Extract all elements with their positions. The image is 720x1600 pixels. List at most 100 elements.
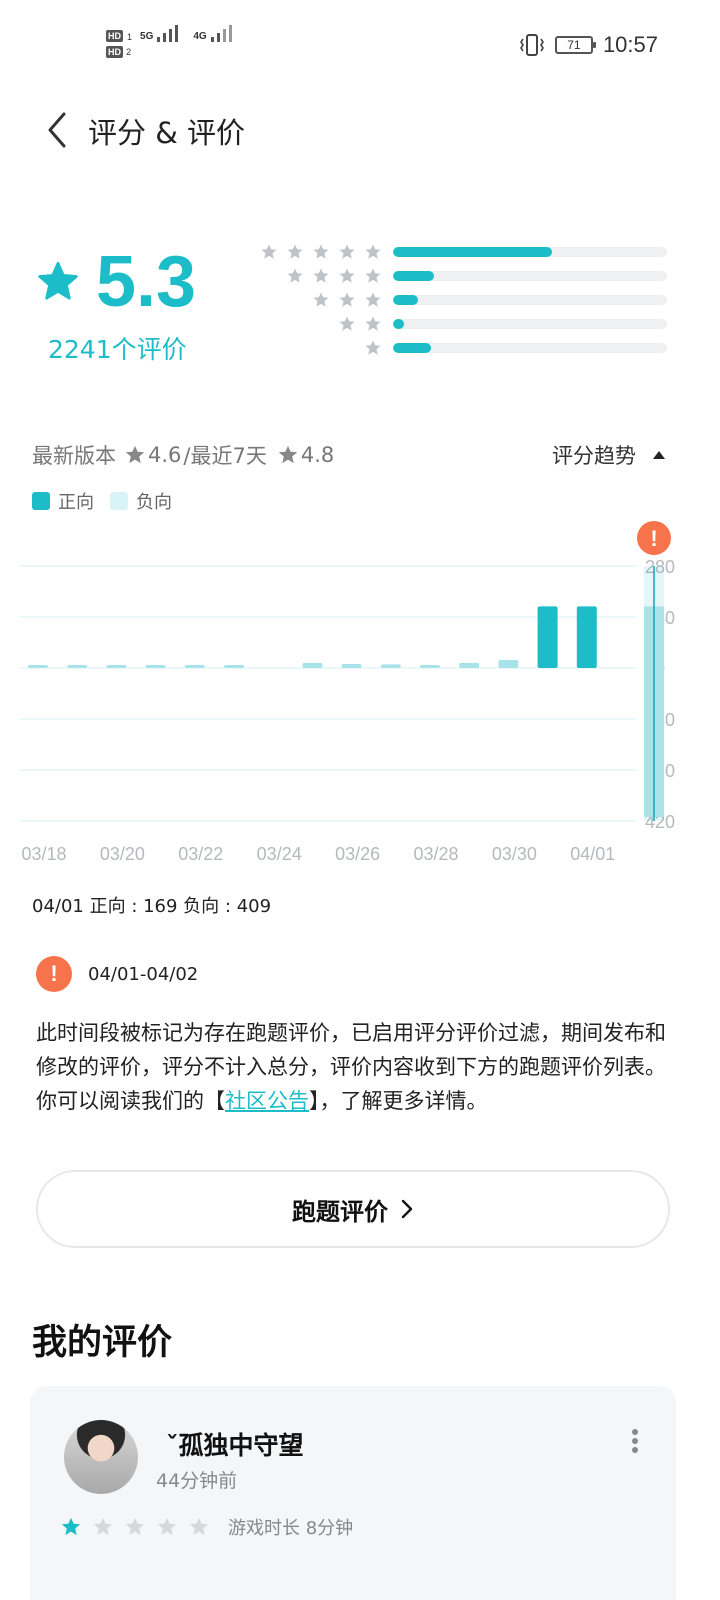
rating-count: 2241个评价 <box>48 335 187 364</box>
notice-line2: 你可以阅读我们的【社区公告】，了解更多详情。 <box>36 1089 488 1113</box>
distribution-stars <box>260 243 382 261</box>
status-bar: HD 1 5G 4G HD 2 71 10:57 <box>0 0 720 88</box>
my-review-stars: 游戏时长 8分钟 <box>60 1514 353 1540</box>
caret-up-icon <box>653 451 665 459</box>
legend-negative-label: 负向 <box>136 492 172 513</box>
legend-positive-label: 正向 <box>58 492 94 513</box>
distribution-fill <box>393 295 418 305</box>
review-username: ˇ孤独中守望 <box>166 1431 304 1460</box>
positive-bar <box>380 664 401 668</box>
rating-distribution <box>250 240 670 360</box>
chart-tooltip: 04/01 正向 : 169 负向 : 409 <box>32 896 272 917</box>
positive-bar <box>576 606 597 668</box>
signal-area: HD 1 5G 4G HD 2 <box>106 24 237 58</box>
star-icon <box>365 268 381 283</box>
offtopic-reviews-button[interactable]: 跑题评价 <box>36 1170 670 1248</box>
notice-date-range: 04/01-04/02 <box>88 963 199 985</box>
distribution-stars <box>364 339 382 357</box>
star-icon <box>313 292 329 307</box>
distribution-fill <box>393 343 432 353</box>
distribution-fill <box>393 247 552 257</box>
notice-body: 此时间段被标记为存在跑题评价，已启用评分评价过滤，期间发布和修改的评价，评分不计… <box>36 1016 676 1118</box>
star-icon <box>189 1517 209 1536</box>
legend-negative: 负向 <box>110 488 172 514</box>
version-rating-line: 最新版本 4.6 /最近7天 4.8 <box>32 440 334 470</box>
distribution-stars <box>312 291 382 309</box>
positive-bar <box>28 665 48 668</box>
positive-bar <box>145 665 166 668</box>
positive-bar <box>498 659 519 668</box>
community-notice-link[interactable]: 社区公告 <box>225 1089 309 1113</box>
net-5g-label: 5G <box>140 31 154 42</box>
star-icon <box>157 1517 177 1536</box>
distribution-row-5 <box>250 240 670 264</box>
positive-bar <box>420 665 440 668</box>
star-icon <box>261 244 277 259</box>
distribution-stars <box>286 267 382 285</box>
distribution-row-4 <box>250 264 670 288</box>
distribution-track <box>393 247 667 257</box>
x-tick-label: 03/28 <box>413 844 458 864</box>
distribution-row-1 <box>250 336 670 360</box>
more-vertical-icon[interactable] <box>630 1428 640 1454</box>
star-icon <box>313 244 329 259</box>
latest-version-score: 4.6 <box>148 443 182 467</box>
recent-7days-score: 4.8 <box>300 443 335 467</box>
vibrate-icon <box>519 34 544 56</box>
distribution-stars <box>338 315 382 333</box>
legend-swatch-negative <box>110 492 128 510</box>
x-tick-label: 03/30 <box>492 844 537 864</box>
positive-bar <box>184 665 205 668</box>
review-time: 44分钟前 <box>156 1470 238 1492</box>
star-icon <box>125 1517 145 1536</box>
distribution-row-3 <box>250 288 670 312</box>
avatar[interactable] <box>64 1420 138 1494</box>
star-icon <box>38 261 78 300</box>
distribution-fill <box>393 271 435 281</box>
star-icon <box>365 316 381 331</box>
rating-trend-chart[interactable]: 280140014028042003/1803/2003/2203/2403/2… <box>0 520 720 870</box>
signal-icon-2 <box>210 25 232 42</box>
offtopic-reviews-label: 跑题评价 <box>292 1197 388 1226</box>
my-review-card[interactable]: ˇ孤独中守望 44分钟前 游戏时长 8分钟 <box>30 1386 676 1600</box>
rating-trend-toggle[interactable]: 评分趋势 <box>552 440 666 470</box>
positive-bar <box>106 665 127 668</box>
status-right: 71 10:57 <box>519 32 658 58</box>
x-tick-label: 03/18 <box>21 844 66 864</box>
legend-swatch-positive <box>32 492 50 510</box>
star-icon <box>278 445 298 464</box>
rating-score: 5.3 <box>96 242 197 322</box>
warning-icon: ! <box>36 956 72 992</box>
star-icon <box>339 268 355 283</box>
star-icon <box>365 244 381 259</box>
x-tick-label: 03/24 <box>257 844 302 864</box>
star-icon <box>313 268 329 283</box>
star-icon <box>125 445 145 464</box>
overall-rating: 5.3 <box>36 242 196 322</box>
battery-level: 71 <box>567 38 581 52</box>
positive-bar <box>67 665 88 668</box>
distribution-track <box>393 343 667 353</box>
chart-legend: 正向 负向 <box>32 488 172 514</box>
distribution-track <box>393 271 667 281</box>
star-icon <box>339 316 355 331</box>
star-icon <box>365 292 381 307</box>
positive-bar <box>341 663 362 668</box>
positive-bar <box>459 662 480 668</box>
distribution-fill <box>393 319 404 329</box>
latest-version-label: 最新版本 <box>32 444 116 468</box>
notice-text: 此时间段被标记为存在跑题评价，已启用评分评价过滤，期间发布和修改的评价，评分不计… <box>36 1021 666 1079</box>
back-arrow-icon[interactable] <box>44 110 74 150</box>
star-icon <box>339 292 355 307</box>
distribution-track <box>393 319 667 329</box>
battery-icon: 71 <box>554 36 596 54</box>
star-icon <box>365 340 381 355</box>
my-review-title: 我的评价 <box>32 1323 173 1363</box>
legend-positive: 正向 <box>32 488 94 514</box>
chevron-right-icon <box>401 1199 413 1219</box>
recent-7days-label: /最近7天 <box>183 444 267 468</box>
x-tick-label: 04/01 <box>570 844 615 864</box>
page-title: 评分 & 评价 <box>88 116 246 150</box>
notice-header: ! 04/01-04/02 <box>36 956 198 992</box>
warning-marker-label: ! <box>650 526 657 551</box>
